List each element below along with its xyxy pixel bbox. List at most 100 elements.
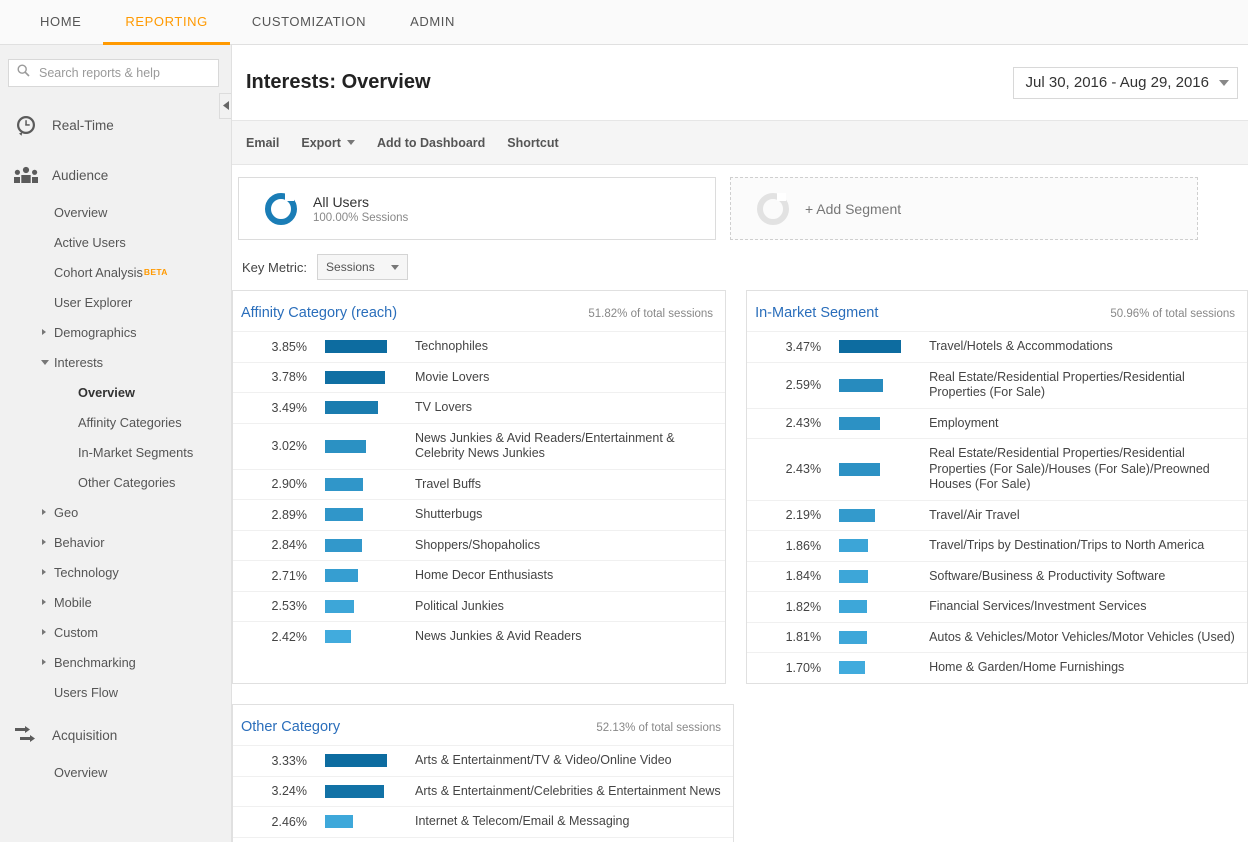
topnav-label: HOME — [40, 14, 81, 29]
table-row[interactable]: 3.78% Movie Lovers — [233, 362, 725, 393]
table-row[interactable]: 2.89%Shutterbugs — [233, 500, 725, 531]
table-row[interactable]: 2.84%Shoppers/Shopaholics — [233, 530, 725, 561]
sidebar-item-geo[interactable]: Geo — [0, 497, 231, 527]
main-content: Interests: Overview Jul 30, 2016 - Aug 2… — [232, 45, 1248, 842]
sidebar-item-users-flow[interactable]: Users Flow — [0, 677, 231, 707]
panel-title[interactable]: In-Market Segment — [755, 305, 878, 321]
row-label: Shoppers/Shopaholics — [415, 530, 725, 561]
row-bar-cell — [839, 531, 929, 562]
chevron-left-icon — [223, 97, 230, 115]
table-row[interactable]: 2.71%Home Decor Enthusiasts — [233, 561, 725, 592]
sidebar-label: Acquisition — [52, 728, 117, 743]
panel-title[interactable]: Affinity Category (reach) — [241, 305, 397, 321]
date-range-picker[interactable]: Jul 30, 2016 - Aug 29, 2016 — [1013, 67, 1238, 99]
table-row[interactable]: 1.86%Travel/Trips by Destination/Trips t… — [747, 531, 1247, 562]
table-row[interactable]: 3.85%Technophiles — [233, 332, 725, 363]
table-row[interactable]: 2.43%Employment — [747, 408, 1247, 439]
table-row[interactable]: 1.82%Financial Services/Investment Servi… — [747, 592, 1247, 623]
row-bar-cell — [325, 530, 415, 561]
row-percent: 3.33% — [233, 746, 325, 777]
search-box[interactable] — [8, 59, 219, 87]
email-button[interactable]: Email — [246, 136, 279, 150]
row-percent: 2.46% — [233, 807, 325, 838]
segment-name: All Users — [313, 194, 408, 210]
sidebar-item-demographics[interactable]: Demographics — [0, 317, 231, 347]
in-market-rows: 3.47%Travel/Hotels & Accommodations2.59%… — [747, 331, 1247, 683]
panel-subtitle: 50.96% of total sessions — [1110, 308, 1235, 320]
export-button[interactable]: Export — [301, 136, 355, 150]
table-row[interactable]: 3.33% Arts & Entertainment/TV & Video/Onl… — [233, 746, 733, 777]
row-label: Arts & Entertainment/TV & Video/Online V… — [415, 746, 733, 777]
table-row[interactable]: 2.42%News Junkies & Avid Readers — [233, 622, 725, 652]
sidebar-label: Behavior — [54, 535, 105, 550]
affinity-rows: 3.85%Technophiles3.78% Movie Lovers3.49%T… — [233, 331, 725, 652]
panel-subtitle: 52.13% of total sessions — [596, 722, 721, 734]
row-label: Movie Lovers — [415, 362, 725, 393]
topnav-item-admin[interactable]: ADMIN — [388, 0, 477, 45]
table-row[interactable]: 2.90%Travel Buffs — [233, 469, 725, 500]
topnav-item-home[interactable]: HOME — [18, 0, 103, 45]
donut-placeholder-icon — [757, 193, 789, 225]
sidebar-item-interests[interactable]: Interests — [0, 347, 231, 377]
add-to-dashboard-button[interactable]: Add to Dashboard — [377, 136, 485, 150]
sidebar-item-user-explorer[interactable]: User Explorer — [0, 287, 231, 317]
sidebar-item-audience[interactable]: Audience — [0, 153, 231, 197]
add-segment-button[interactable]: + Add Segment — [730, 177, 1198, 240]
sidebar-item-behavior[interactable]: Behavior — [0, 527, 231, 557]
table-row[interactable]: 2.46%Internet & Telecom/Email & Messagin… — [233, 807, 733, 838]
sidebar: Real-Time Audience Ov — [0, 45, 232, 842]
key-metric-row: Key Metric: Sessions — [232, 240, 1248, 290]
other-category-rows: 3.33% Arts & Entertainment/TV & Video/Onl… — [233, 745, 733, 842]
table-row[interactable]: 3.02%News Junkies & Avid Readers/Enterta… — [233, 423, 725, 469]
nav-group-audience: Audience Overview Active Users Cohort An… — [0, 153, 231, 707]
sidebar-item-interests-overview[interactable]: Overview — [0, 377, 231, 407]
table-row[interactable]: 1.70%Home & Garden/Home Furnishings — [747, 653, 1247, 683]
row-bar-cell — [325, 500, 415, 531]
sidebar-item-affinity-categories[interactable]: Affinity Categories — [0, 407, 231, 437]
sidebar-item-acquisition-overview[interactable]: Overview — [0, 757, 231, 787]
table-row[interactable]: 3.24%Arts & Entertainment/Celebrities & … — [233, 776, 733, 807]
sidebar-item-technology[interactable]: Technology — [0, 557, 231, 587]
sidebar-item-cohort-analysis[interactable]: Cohort AnalysisBETA — [0, 257, 231, 287]
row-percent: 3.78% — [233, 362, 325, 393]
sidebar-item-mobile[interactable]: Mobile — [0, 587, 231, 617]
sidebar-item-other-categories[interactable]: Other Categories — [0, 467, 231, 497]
row-bar — [325, 440, 366, 453]
row-label: Real Estate/Residential Properties/Resid… — [929, 439, 1247, 501]
sidebar-collapse-toggle[interactable] — [219, 93, 232, 119]
sidebar-item-in-market-segments[interactable]: In-Market Segments — [0, 437, 231, 467]
page-header: Interests: Overview Jul 30, 2016 - Aug 2… — [232, 45, 1248, 120]
table-row[interactable]: 3.49%TV Lovers — [233, 393, 725, 424]
table-row[interactable]: 2.43%Real Estate/Residential Properties/… — [747, 439, 1247, 501]
table-row[interactable]: 2.59%Real Estate/Residential Properties/… — [747, 362, 1247, 408]
search-input[interactable] — [37, 65, 210, 81]
sidebar-item-benchmarking[interactable]: Benchmarking — [0, 647, 231, 677]
topnav-item-reporting[interactable]: REPORTING — [103, 0, 229, 45]
sidebar-label: Technology — [54, 565, 119, 580]
sidebar-item-active-users[interactable]: Active Users — [0, 227, 231, 257]
sidebar-item-acquisition[interactable]: Acquisition — [0, 713, 231, 757]
sidebar-label: Benchmarking — [54, 655, 136, 670]
row-bar-cell — [325, 746, 415, 777]
topnav-item-customization[interactable]: CUSTOMIZATION — [230, 0, 388, 45]
row-bar-cell — [839, 622, 929, 653]
row-bar-cell — [839, 592, 929, 623]
key-metric-select[interactable]: Sessions — [317, 254, 408, 280]
sidebar-label: Geo — [54, 505, 78, 520]
table-row[interactable]: 2.19%Travel/Air Travel — [747, 500, 1247, 531]
sidebar-item-real-time[interactable]: Real-Time — [0, 103, 231, 147]
shortcut-button[interactable]: Shortcut — [507, 136, 558, 150]
sidebar-item-custom[interactable]: Custom — [0, 617, 231, 647]
table-row[interactable]: 1.81%Autos & Vehicles/Motor Vehicles/Mot… — [747, 622, 1247, 653]
panel-title[interactable]: Other Category — [241, 719, 340, 735]
row-bar-cell — [325, 362, 415, 393]
table-row[interactable]: 2.53%Political Junkies — [233, 591, 725, 622]
row-label: Employment — [929, 408, 1247, 439]
chevron-right-icon — [42, 599, 46, 605]
table-row[interactable]: 2.41%News/Politics/Campaigns & Elections — [233, 837, 733, 842]
sidebar-item-overview[interactable]: Overview — [0, 197, 231, 227]
table-row[interactable]: 3.47%Travel/Hotels & Accommodations — [747, 332, 1247, 363]
table-row[interactable]: 1.84%Software/Business & Productivity So… — [747, 561, 1247, 592]
search-icon — [17, 64, 30, 82]
segment-all-users[interactable]: All Users 100.00% Sessions — [238, 177, 716, 240]
